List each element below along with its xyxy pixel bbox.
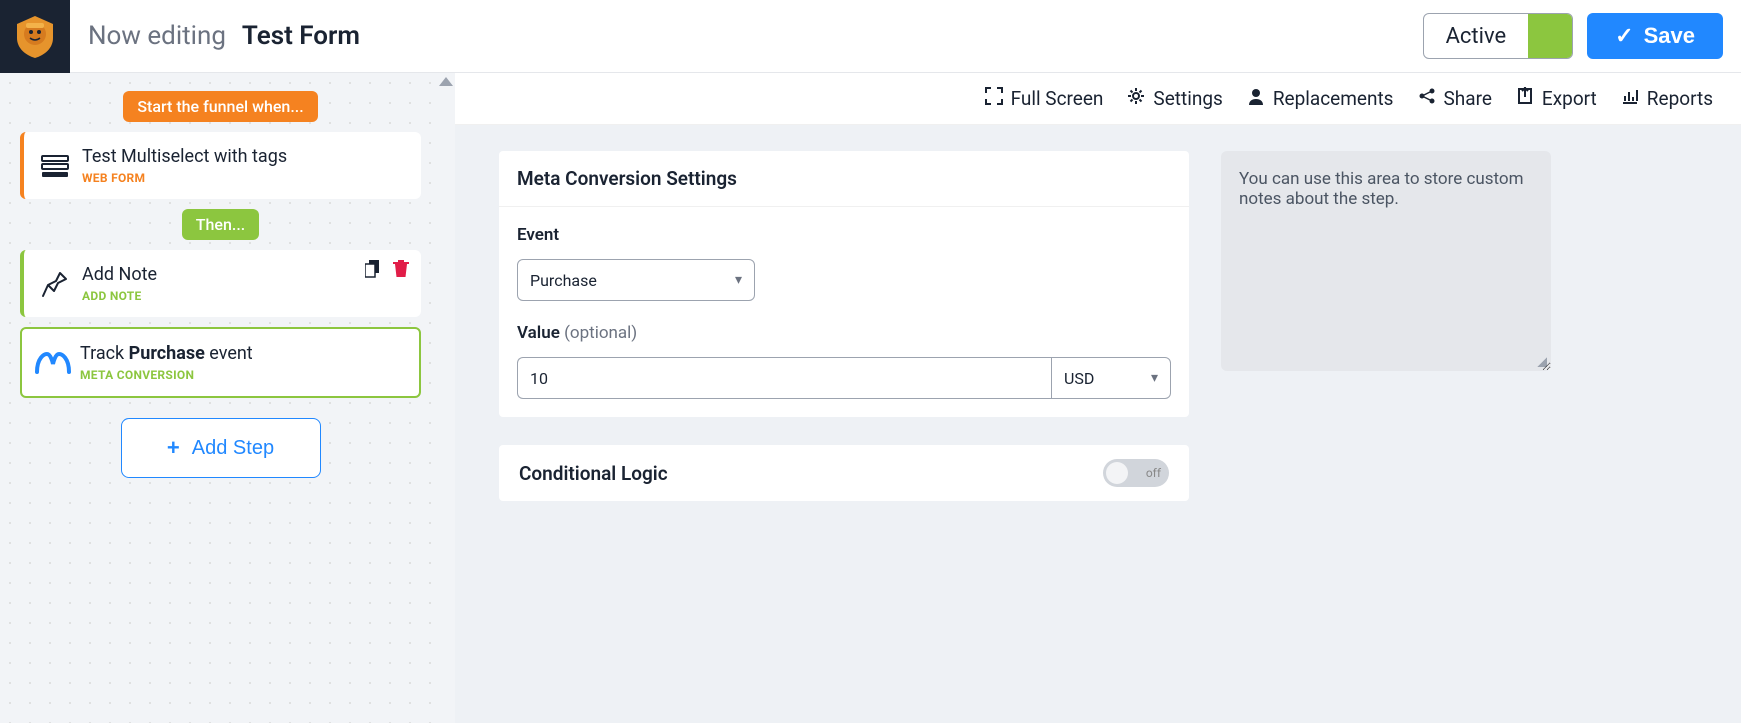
web-form-icon bbox=[28, 154, 82, 178]
conditional-logic-panel: Conditional Logic off bbox=[499, 445, 1189, 501]
funnel-canvas: Start the funnel when... Test Multiselec… bbox=[0, 73, 455, 723]
toolbar-settings[interactable]: Settings bbox=[1127, 87, 1222, 110]
export-icon bbox=[1516, 87, 1534, 110]
step-subtitle: META CONVERSION bbox=[80, 368, 405, 382]
form-name[interactable]: Test Form bbox=[242, 21, 360, 51]
funnel-then-pill: Then... bbox=[182, 209, 259, 240]
step-card-meta-conversion[interactable]: Track Purchase event META CONVERSION bbox=[20, 327, 421, 398]
conditional-title: Conditional Logic bbox=[519, 462, 668, 485]
toolbar-share[interactable]: Share bbox=[1418, 87, 1492, 110]
notes-textarea[interactable]: You can use this area to store custom no… bbox=[1221, 151, 1551, 371]
check-icon: ✓ bbox=[1615, 23, 1633, 49]
step-subtitle: WEB FORM bbox=[82, 171, 407, 185]
status-indicator bbox=[1528, 14, 1572, 58]
chart-icon bbox=[1621, 87, 1639, 110]
toolbar-export[interactable]: Export bbox=[1516, 87, 1597, 110]
panel-title: Meta Conversion Settings bbox=[499, 151, 1189, 207]
save-button[interactable]: ✓ Save bbox=[1587, 13, 1723, 59]
step-title: Track Purchase event bbox=[80, 343, 405, 364]
notes-placeholder: You can use this area to store custom no… bbox=[1239, 169, 1524, 209]
add-step-button[interactable]: + Add Step bbox=[121, 418, 321, 478]
meta-conversion-settings-panel: Meta Conversion Settings Event Purchase … bbox=[499, 151, 1189, 417]
user-icon bbox=[1247, 87, 1265, 110]
meta-icon bbox=[26, 350, 80, 376]
toolbar-full-screen[interactable]: Full Screen bbox=[985, 87, 1104, 110]
plus-icon: + bbox=[167, 435, 180, 461]
add-step-label: Add Step bbox=[192, 437, 274, 460]
pin-icon bbox=[28, 269, 82, 299]
step-title: Test Multiselect with tags bbox=[82, 146, 407, 167]
toolbar-reports[interactable]: Reports bbox=[1621, 87, 1713, 110]
currency-value: USD bbox=[1064, 369, 1094, 388]
conditional-toggle[interactable]: off bbox=[1103, 459, 1169, 487]
delete-icon[interactable] bbox=[393, 260, 409, 282]
editing-label: Now editing bbox=[88, 21, 226, 51]
chevron-down-icon: ▾ bbox=[735, 272, 742, 288]
step-card-add-note[interactable]: Add Note ADD NOTE bbox=[20, 250, 421, 317]
scroll-up-arrow[interactable] bbox=[439, 77, 453, 86]
status-select[interactable]: Active bbox=[1423, 13, 1574, 59]
value-input[interactable]: 10 bbox=[517, 357, 1051, 399]
save-label: Save bbox=[1644, 23, 1695, 49]
app-logo[interactable] bbox=[0, 0, 70, 73]
share-icon bbox=[1418, 87, 1436, 110]
toolbar-replacements[interactable]: Replacements bbox=[1247, 87, 1394, 110]
value-label: Value (optional) bbox=[517, 323, 1171, 343]
status-text: Active bbox=[1424, 14, 1529, 58]
event-select[interactable]: Purchase ▾ bbox=[517, 259, 755, 301]
gear-icon bbox=[1127, 87, 1145, 110]
header-bar: Now editing Test Form Active ✓ Save bbox=[0, 0, 1741, 73]
step-subtitle: ADD NOTE bbox=[82, 289, 407, 303]
chevron-down-icon: ▾ bbox=[1151, 370, 1158, 386]
funnel-start-pill: Start the funnel when... bbox=[123, 91, 317, 122]
toggle-label: off bbox=[1146, 466, 1161, 480]
event-label: Event bbox=[517, 225, 1171, 245]
step-card-trigger[interactable]: Test Multiselect with tags WEB FORM bbox=[20, 132, 421, 199]
copy-icon[interactable] bbox=[365, 260, 381, 282]
fullscreen-icon bbox=[985, 87, 1003, 110]
event-value: Purchase bbox=[530, 271, 597, 290]
step-title: Add Note bbox=[82, 264, 407, 285]
editor-toolbar: Full Screen Settings Replacements Share … bbox=[455, 73, 1741, 125]
currency-select[interactable]: USD ▾ bbox=[1051, 357, 1171, 399]
